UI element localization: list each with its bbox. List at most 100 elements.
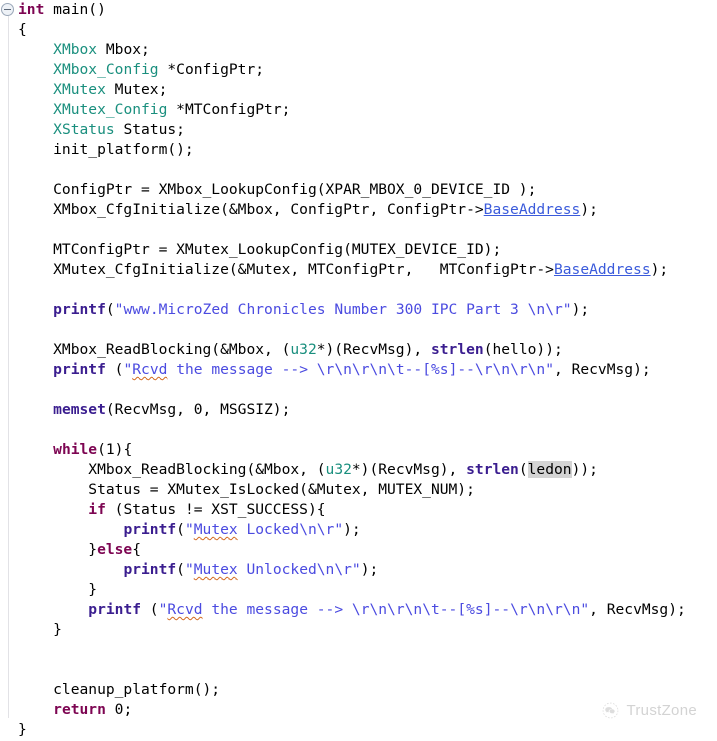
- code-line[interactable]: XMbox_ReadBlocking(&Mbox, (u32*)(RecvMsg…: [18, 340, 717, 360]
- code-line[interactable]: }: [18, 620, 717, 640]
- code-line[interactable]: return 0;: [18, 700, 717, 720]
- code-token: , RecvMsg);: [589, 601, 686, 618]
- code-line[interactable]: [18, 640, 717, 660]
- folding-gutter[interactable]: [0, 0, 18, 741]
- code-line[interactable]: XStatus Status;: [18, 120, 717, 140]
- code-line[interactable]: if (Status != XST_SUCCESS){: [18, 500, 717, 520]
- code-line[interactable]: [18, 420, 717, 440]
- code-token: }: [18, 621, 62, 638]
- code-token: MTConfigPtr = XMutex_LookupConfig(MUTEX_…: [18, 241, 502, 258]
- code-token: init_platform();: [18, 141, 194, 158]
- code-line[interactable]: cleanup_platform();: [18, 680, 717, 700]
- code-token: Rcvd: [132, 361, 168, 378]
- code-token: ConfigPtr = XMbox_LookupConfig(XPAR_MBOX…: [18, 181, 537, 198]
- code-token: }: [18, 721, 27, 738]
- code-line[interactable]: printf("Mutex Unlocked\n\r");: [18, 560, 717, 580]
- code-token: XMutex: [53, 81, 106, 98]
- code-token: XMbox: [53, 41, 98, 58]
- code-editor[interactable]: int main(){ XMbox Mbox; XMbox_Config *Co…: [0, 0, 717, 741]
- code-line[interactable]: [18, 380, 717, 400]
- code-token: Rcvd: [167, 601, 203, 618]
- code-token: (: [176, 561, 185, 578]
- code-line[interactable]: }: [18, 720, 717, 740]
- code-token: XMbox_Config: [53, 61, 159, 78]
- code-token: (: [105, 301, 115, 318]
- code-line[interactable]: printf ("Rcvd the message --> \r\n\r\n\t…: [18, 360, 717, 380]
- code-line[interactable]: printf("Mutex Locked\n\r");: [18, 520, 717, 540]
- code-token: }: [18, 541, 98, 558]
- code-token: main(): [44, 1, 106, 18]
- code-token: else: [97, 541, 133, 558]
- code-line[interactable]: XMbox_ReadBlocking(&Mbox, (u32*)(RecvMsg…: [18, 460, 717, 480]
- code-line[interactable]: [18, 160, 717, 180]
- code-token: Mutex: [193, 521, 238, 538]
- code-token: XMbox_ReadBlocking(&Mbox, (: [18, 341, 291, 358]
- code-line[interactable]: init_platform();: [18, 140, 717, 160]
- code-token: printf: [53, 301, 106, 318]
- code-line[interactable]: XMbox Mbox;: [18, 40, 717, 60]
- code-token: ledon: [527, 461, 572, 478]
- code-token: printf: [123, 561, 177, 578]
- code-line[interactable]: XMutex_Config *MTConfigPtr;: [18, 100, 717, 120]
- code-token: );: [580, 201, 598, 218]
- code-line[interactable]: printf ("Rcvd the message --> \r\n\r\n\t…: [18, 600, 717, 620]
- code-token: (: [176, 521, 185, 538]
- fold-guide-line: [8, 16, 9, 718]
- code-line[interactable]: XMutex_CfgInitialize(&Mutex, MTConfigPtr…: [18, 260, 717, 280]
- code-line[interactable]: }else{: [18, 540, 717, 560]
- code-line[interactable]: [18, 660, 717, 680]
- code-token: "www.MicroZed Chronicles Number 300 IPC …: [114, 301, 572, 318]
- code-token: u32: [325, 461, 352, 478]
- code-token: *MTConfigPtr;: [167, 101, 291, 118]
- code-token: *ConfigPtr;: [158, 61, 265, 78]
- code-token: (1){: [97, 441, 133, 458]
- code-line[interactable]: MTConfigPtr = XMutex_LookupConfig(MUTEX_…: [18, 240, 717, 260]
- code-line[interactable]: [18, 320, 717, 340]
- code-token: ": [123, 361, 133, 378]
- code-token: );: [343, 521, 361, 538]
- code-token: the message --> \r\n\r\n\t--[%s]--\r\n\r…: [167, 361, 554, 378]
- code-line[interactable]: Status = XMutex_IsLocked(&Mutex, MUTEX_N…: [18, 480, 717, 500]
- code-token: (RecvMsg, 0, MSGSIZ);: [105, 401, 291, 418]
- code-token: ": [184, 561, 194, 578]
- code-token: (Status != XST_SUCCESS){: [105, 501, 326, 518]
- code-token: return: [53, 701, 106, 718]
- code-token: u32: [290, 341, 317, 358]
- code-line[interactable]: }: [18, 580, 717, 600]
- code-token: strlen: [430, 341, 484, 358]
- code-token: while: [53, 441, 98, 458]
- code-line[interactable]: XMbox_Config *ConfigPtr;: [18, 60, 717, 80]
- code-line[interactable]: {: [18, 20, 717, 40]
- code-line[interactable]: ConfigPtr = XMbox_LookupConfig(XPAR_MBOX…: [18, 180, 717, 200]
- code-line[interactable]: XMbox_CfgInitialize(&Mbox, ConfigPtr, Co…: [18, 200, 717, 220]
- code-token: XMbox_ReadBlocking(&Mbox, (: [18, 461, 326, 478]
- code-line[interactable]: [18, 280, 717, 300]
- code-token: printf: [123, 521, 177, 538]
- code-token: , RecvMsg);: [554, 361, 651, 378]
- code-content[interactable]: int main(){ XMbox Mbox; XMbox_Config *Co…: [18, 0, 717, 740]
- code-line[interactable]: memset(RecvMsg, 0, MSGSIZ);: [18, 400, 717, 420]
- code-token: XMutex_CfgInitialize(&Mutex, MTConfigPtr…: [18, 261, 554, 278]
- collapse-minus-icon[interactable]: [1, 3, 14, 16]
- code-line[interactable]: [18, 220, 717, 240]
- code-line[interactable]: printf("www.MicroZed Chronicles Number 3…: [18, 300, 717, 320]
- code-token: );: [571, 301, 590, 318]
- code-token: XMutex_Config: [53, 101, 168, 118]
- code-token: (: [518, 461, 528, 478]
- code-line[interactable]: while(1){: [18, 440, 717, 460]
- code-line[interactable]: int main(): [18, 0, 717, 20]
- code-token: printf: [53, 361, 106, 378]
- code-line[interactable]: XMutex Mutex;: [18, 80, 717, 100]
- code-token: strlen: [466, 461, 519, 478]
- code-token: BaseAddress: [483, 201, 581, 218]
